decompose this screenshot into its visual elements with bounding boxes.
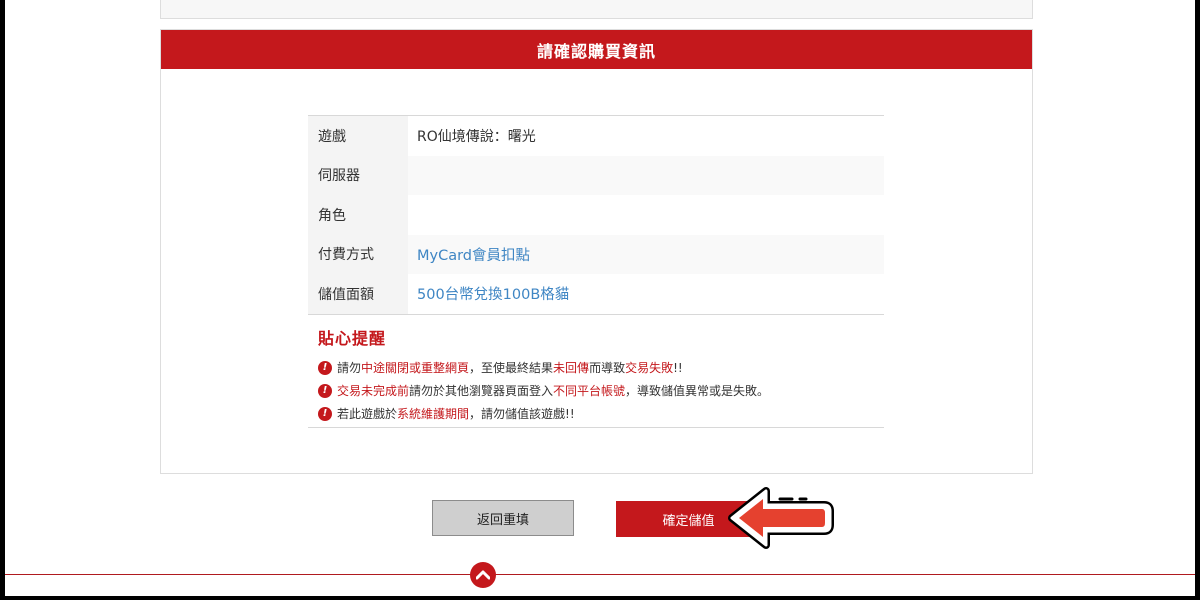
pointer-arrow-icon (728, 487, 834, 549)
reminder-line-1: ! 請勿 中途關閉或重整網頁 ，至使最終結果 未回傳 而導致 交易失敗!! (318, 359, 884, 377)
panel-title: 請確認購買資訊 (161, 30, 1032, 69)
back-refill-button[interactable]: 返回重填 (432, 500, 574, 536)
info-row-payment: 付費方式 MyCard會員扣點 (308, 234, 884, 274)
info-row-game: 遊戲 RO仙境傳說：曙光 (308, 116, 884, 156)
reminder-text: ，至使最終結果 (469, 361, 554, 375)
reminder-highlight: 交易未完成前 (337, 384, 410, 398)
amount-value: 500台幣兌換100B格貓 (417, 287, 570, 304)
payment-method-value: MyCard會員扣點 (417, 247, 531, 264)
reminder-line-2: ! 交易未完成前 請勿於其他瀏覽器頁面登入 不同平台帳號 ，導致儲值異常或是失敗。 (318, 382, 884, 400)
warning-icon: ! (318, 383, 332, 398)
reminder-box: 貼心提醒 ! 請勿 中途關閉或重整網頁 ，至使最終結果 未回傳 而導致 交易失敗!! ! … (308, 313, 884, 428)
page-canvas: 請確認購買資訊 遊戲 RO仙境傳說：曙光 伺服器 角色 付費方式 MyCard會… (5, 0, 1195, 596)
reminder-highlight: 系統維護期間 (397, 407, 470, 421)
reminder-text: ，導致儲值異常或是失敗。 (625, 384, 770, 398)
confirm-purchase-panel: 請確認購買資訊 遊戲 RO仙境傳說：曙光 伺服器 角色 付費方式 MyCard會… (160, 29, 1033, 474)
reminder-text: 請勿 (337, 361, 362, 375)
reminder-text: 而導致 (589, 361, 626, 375)
info-row-server: 伺服器 (308, 155, 884, 196)
reminder-highlight: 中途關閉或重整網頁 (361, 361, 470, 375)
info-row-amount: 儲值面額 500台幣兌換100B格貓 (308, 274, 884, 314)
info-value (408, 195, 417, 235)
reminder-title: 貼心提醒 (318, 328, 387, 348)
info-label: 儲值面額 (308, 274, 408, 314)
reminder-text: 若此遊戲於 (337, 407, 398, 421)
footer-divider (5, 574, 1195, 575)
info-label: 付費方式 (308, 234, 408, 274)
back-to-top-button[interactable] (470, 562, 496, 588)
chevron-up-icon (476, 570, 490, 580)
reminder-highlight: 交易失敗 (625, 361, 674, 375)
warning-icon: ! (318, 406, 332, 421)
reminder-text: 請勿於其他瀏覽器頁面登入 (409, 384, 554, 398)
reminder-line-3: ! 若此遊戲於 系統維護期間 ，請勿儲值該遊戲!! (318, 405, 884, 423)
purchase-info-table: 遊戲 RO仙境傳說：曙光 伺服器 角色 付費方式 MyCard會員扣點 儲值面額… (308, 115, 884, 428)
info-label: 伺服器 (308, 155, 408, 195)
info-label: 遊戲 (308, 116, 408, 156)
warning-icon: ! (318, 360, 332, 375)
previous-section-strip (160, 0, 1033, 19)
info-value: RO仙境傳說：曙光 (417, 128, 536, 145)
reminder-highlight: 未回傳 (553, 361, 590, 375)
reminder-highlight: 不同平台帳號 (553, 384, 626, 398)
info-label: 角色 (308, 195, 408, 235)
info-value (408, 156, 417, 196)
reminder-text: !! (673, 360, 683, 375)
reminder-text: ，請勿儲值該遊戲!! (469, 407, 575, 421)
info-row-character: 角色 (308, 195, 884, 235)
